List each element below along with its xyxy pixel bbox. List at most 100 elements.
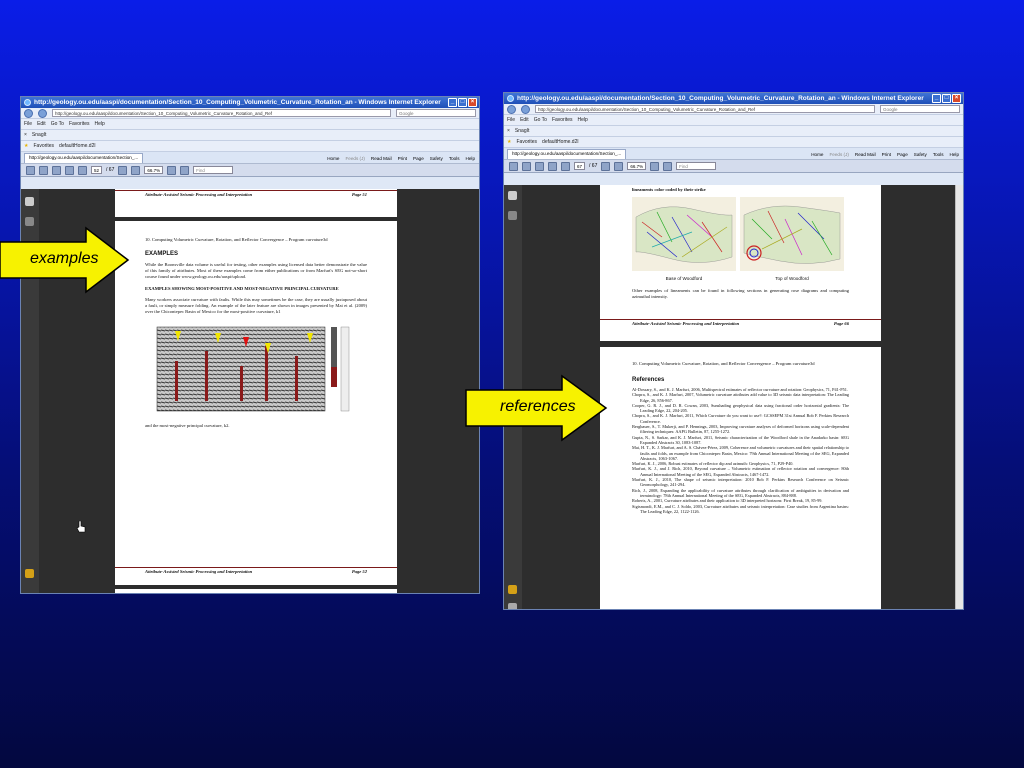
tab-active[interactable]: http://geology.ou.edu/aaspi/documentatio… — [507, 149, 627, 159]
fit-page-icon[interactable] — [167, 165, 177, 175]
menu-goto[interactable]: Go To — [51, 121, 64, 127]
menu-edit[interactable]: Edit — [37, 121, 46, 127]
forward-icon[interactable] — [38, 108, 47, 118]
page-number-input[interactable]: 67 — [574, 162, 586, 170]
menu-help[interactable]: Help — [578, 117, 588, 123]
menu-goto[interactable]: Go To — [534, 117, 547, 123]
page-number-input[interactable]: 52 — [91, 166, 103, 174]
minimize-button[interactable]: _ — [448, 98, 457, 107]
window-title: http://geology.ou.edu/aaspi/documentatio… — [34, 99, 441, 106]
next-page-icon[interactable] — [78, 165, 87, 175]
forward-icon[interactable] — [521, 104, 530, 114]
zoom-out-icon[interactable] — [118, 165, 128, 175]
snagit-button[interactable]: SnagIt — [32, 132, 46, 138]
footer-title: Attribute-Assisted Seismic Processing an… — [145, 569, 253, 574]
tools-button[interactable]: Tools — [449, 156, 460, 161]
zoom-select[interactable]: 66.7% — [627, 162, 647, 170]
examples-label: examples — [30, 250, 99, 267]
pages-icon[interactable] — [508, 191, 517, 200]
print-button[interactable]: Print — [398, 156, 407, 161]
maximize-button[interactable]: □ — [458, 98, 467, 107]
lineament-map-right — [740, 197, 844, 271]
footer-page: Page 52 — [351, 569, 367, 574]
print-icon[interactable] — [509, 161, 518, 171]
home-button[interactable]: Home — [811, 152, 823, 157]
prev-page-icon[interactable] — [548, 161, 557, 171]
favorites-button[interactable]: Favorites — [33, 143, 54, 149]
fav-link[interactable]: defaultHome.d2l — [59, 143, 95, 149]
close-icon[interactable]: × — [24, 132, 27, 138]
read-mail-button[interactable]: Read Mail — [371, 156, 392, 161]
browser-window-left[interactable]: http://geology.ou.edu/aaspi/documentatio… — [20, 96, 480, 594]
tab-active[interactable]: http://geology.ou.edu/aaspi/documentatio… — [24, 153, 144, 163]
browser-window-right[interactable]: http://geology.ou.edu/aaspi/documentatio… — [503, 92, 964, 610]
next-page-icon[interactable] — [561, 161, 570, 171]
menu-bar: File Edit Go To Favorites Help — [504, 115, 963, 126]
scrollbar[interactable] — [955, 185, 963, 609]
attachments-icon[interactable] — [25, 217, 34, 226]
print-button[interactable]: Print — [882, 152, 891, 157]
section-heading: 10. Computing Volumetric Curvature, Rota… — [632, 361, 815, 366]
help-button[interactable]: Help — [466, 156, 475, 161]
save-icon[interactable] — [39, 165, 48, 175]
reference-item: Chopra, S., and K. J. Marfurt, 2007, Vol… — [632, 392, 849, 403]
find-input[interactable]: Find — [193, 166, 234, 174]
safety-button[interactable]: Safety — [914, 152, 927, 157]
prev-page-icon[interactable] — [65, 165, 74, 175]
zoom-in-icon[interactable] — [614, 161, 624, 171]
zoom-in-icon[interactable] — [131, 165, 141, 175]
menu-file[interactable]: File — [24, 121, 32, 127]
address-input[interactable]: http://geology.ou.edu/aaspi/documentatio… — [535, 105, 875, 113]
safety-button[interactable]: Safety — [430, 156, 443, 161]
menu-help[interactable]: Help — [95, 121, 105, 127]
comments-icon[interactable] — [508, 585, 517, 594]
attachments-icon[interactable] — [508, 211, 517, 220]
address-input[interactable]: http://geology.ou.edu/aaspi/documentatio… — [52, 109, 391, 117]
close-button[interactable]: × — [468, 98, 477, 107]
back-icon[interactable] — [507, 104, 516, 114]
close-icon[interactable]: × — [507, 128, 510, 134]
menu-favorites[interactable]: Favorites — [552, 117, 573, 123]
title-bar[interactable]: http://geology.ou.edu/aaspi/documentatio… — [504, 93, 963, 104]
page-button[interactable]: Page — [897, 152, 908, 157]
print-icon[interactable] — [26, 165, 35, 175]
page-button[interactable]: Page — [413, 156, 424, 161]
top-text: lineaments color coded by their strike — [632, 187, 706, 192]
search-input[interactable]: Google — [396, 109, 476, 117]
pages-icon[interactable] — [25, 197, 34, 206]
title-bar[interactable]: http://geology.ou.edu/aaspi/documentatio… — [21, 97, 479, 108]
paperclip-icon[interactable] — [508, 603, 517, 609]
fit-page-icon[interactable] — [650, 161, 660, 171]
help-button[interactable]: Help — [950, 152, 959, 157]
maximize-button[interactable]: □ — [942, 94, 951, 103]
menu-edit[interactable]: Edit — [520, 117, 529, 123]
fit-width-icon[interactable] — [663, 161, 673, 171]
find-input[interactable]: Find — [676, 162, 717, 170]
zoom-select[interactable]: 66.7% — [144, 166, 164, 174]
snagit-button[interactable]: SnagIt — [515, 128, 529, 134]
map-left-label: Base of Woodford — [665, 276, 703, 281]
search-input[interactable]: Google — [880, 105, 960, 113]
menu-favorites[interactable]: Favorites — [69, 121, 90, 127]
save-icon[interactable] — [522, 161, 531, 171]
fit-width-icon[interactable] — [180, 165, 190, 175]
feeds-button[interactable]: Feeds (J) — [346, 156, 365, 161]
seismic-figure — [145, 321, 353, 417]
share-icon[interactable] — [52, 165, 61, 175]
pdf-page: 10. Computing Volumetric Curvature, Rota… — [600, 347, 881, 609]
favorites-button[interactable]: Favorites — [516, 139, 537, 145]
reference-item: Sigismondi, E.M., and C. J. Soldo, 2003,… — [632, 503, 849, 514]
minimize-button[interactable]: _ — [932, 94, 941, 103]
home-button[interactable]: Home — [327, 156, 339, 161]
close-button[interactable]: × — [952, 94, 961, 103]
back-icon[interactable] — [24, 108, 33, 118]
menu-file[interactable]: File — [507, 117, 515, 123]
fav-link[interactable]: defaultHome.d2l — [542, 139, 578, 145]
share-icon[interactable] — [535, 161, 544, 171]
zoom-out-icon[interactable] — [601, 161, 611, 171]
read-mail-button[interactable]: Read Mail — [855, 152, 876, 157]
feeds-button[interactable]: Feeds (J) — [830, 152, 849, 157]
examples-heading: EXAMPLES — [145, 251, 179, 257]
comments-icon[interactable] — [25, 569, 34, 578]
tools-button[interactable]: Tools — [933, 152, 944, 157]
